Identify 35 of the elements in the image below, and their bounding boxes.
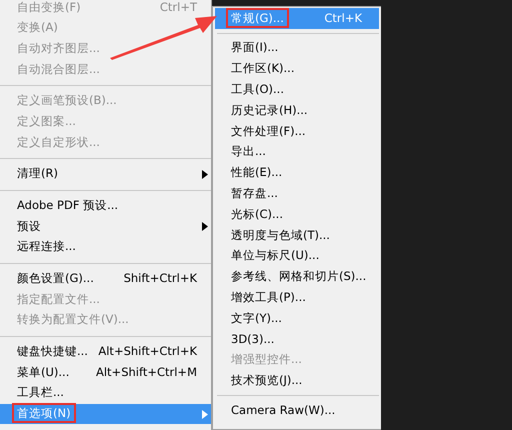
menu-item[interactable]: 文件处理(F)...	[213, 120, 381, 142]
shortcut-label: Ctrl+T	[160, 2, 197, 14]
shortcut-label: Ctrl+K	[324, 12, 362, 24]
menu-item[interactable]: 光标(C)...	[213, 204, 381, 225]
menu-item[interactable]: 暂存盘...	[213, 183, 381, 204]
highlight-box: 首选项(N)	[12, 403, 76, 424]
menu-item[interactable]: 参考线、网格和切片(S)...	[213, 266, 381, 288]
menu-item[interactable]: 导出...	[213, 142, 381, 163]
menu-item[interactable]: Camera Raw(W)...	[213, 400, 381, 422]
highlight-box: 常规(G)...	[226, 8, 289, 28]
menu-item[interactable]: 增效工具(P)...	[213, 287, 381, 308]
menu-item[interactable]: 工具(O)...	[213, 79, 381, 100]
submenu-arrow-icon	[202, 410, 208, 419]
menu-item[interactable]: 菜单(U)... Alt+Shift+Ctrl+M	[0, 362, 211, 383]
menu-item[interactable]: 颜色设置(G)... Shift+Ctrl+K	[0, 268, 211, 289]
menu-item[interactable]: 3D(3)...	[213, 328, 381, 350]
submenu-arrow-icon	[202, 170, 208, 179]
menu-item[interactable]: 历史记录(H)...	[213, 100, 381, 121]
menu-item[interactable]: 预设	[0, 216, 211, 237]
submenu-arrow-icon	[202, 222, 208, 231]
menu-item[interactable]: 透明度与色域(T)...	[213, 224, 381, 246]
menu-item[interactable]: 远程连接...	[0, 236, 211, 258]
menu-item[interactable]: 单位与标尺(U)...	[213, 246, 381, 267]
menu-item[interactable]: 技术预览(J)...	[213, 370, 381, 392]
menu-item[interactable]: 键盘快捷键... Alt+Shift+Ctrl+K	[0, 341, 211, 362]
shortcut-label: Shift+Ctrl+K	[124, 272, 197, 284]
menu-item[interactable]: 工作区(K)...	[213, 58, 381, 80]
shortcut-label: Alt+Shift+Ctrl+K	[98, 346, 197, 358]
menu-item[interactable]: 文字(Y)...	[213, 308, 381, 329]
menu-item[interactable]: 清理(R)	[0, 164, 211, 185]
menu-item[interactable]: Adobe PDF 预设...	[0, 195, 211, 216]
menu-item[interactable]: 界面(I)...	[213, 38, 381, 59]
menu-item[interactable]: 性能(E)...	[213, 162, 381, 184]
shortcut-label: Alt+Shift+Ctrl+M	[96, 366, 197, 378]
menu-item[interactable]: 工具栏...	[0, 382, 211, 404]
